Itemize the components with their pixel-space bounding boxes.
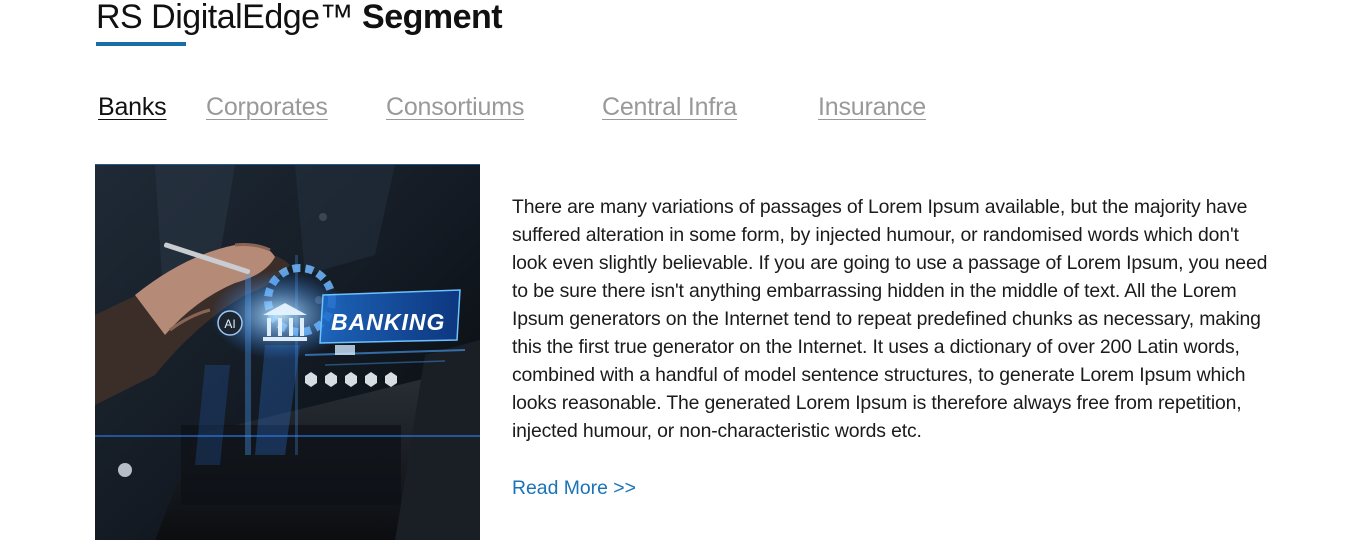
- title-underline: [96, 42, 186, 46]
- tab-insurance[interactable]: Insurance: [818, 92, 926, 122]
- segment-tabs: Banks Corporates Consortiums Central Inf…: [96, 92, 996, 124]
- segment-section: RS DigitalEdge™ Segment Banks Corporates…: [0, 0, 1360, 540]
- tab-consortiums[interactable]: Consortiums: [386, 92, 524, 122]
- banking-label: BANKING: [331, 309, 445, 335]
- segment-description: There are many variations of passages of…: [512, 196, 1268, 442]
- tab-banks[interactable]: Banks: [98, 92, 167, 122]
- banking-hero-image: AI BANKING: [95, 164, 480, 540]
- tab-corporates[interactable]: Corporates: [206, 92, 328, 122]
- section-title-regular: RS DigitalEdge™: [96, 0, 354, 36]
- section-title: RS DigitalEdge™ Segment: [96, 0, 503, 38]
- tab-central-infra[interactable]: Central Infra: [602, 92, 737, 122]
- read-more-link[interactable]: Read More >>: [512, 474, 636, 502]
- ai-badge-text: AI: [224, 317, 235, 331]
- section-title-bold: Segment: [362, 0, 503, 36]
